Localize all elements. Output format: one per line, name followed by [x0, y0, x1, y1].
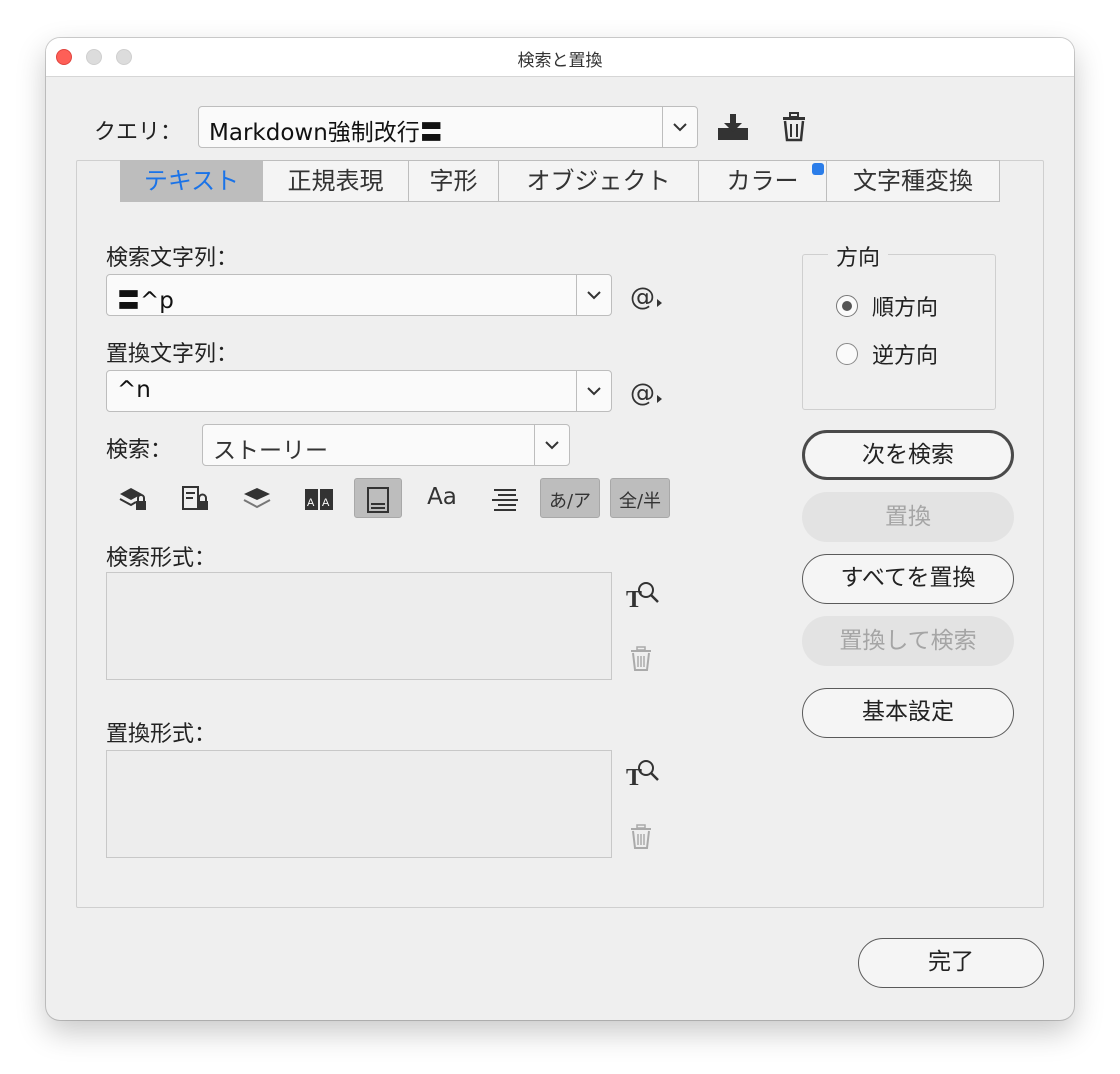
- whole-word-icon[interactable]: [480, 478, 528, 518]
- chevron-down-icon[interactable]: [534, 425, 569, 465]
- find-replace-dialog: 検索と置換 クエリ： Markdown強制改行〓 テキスト 正規表現 字形 オブ…: [46, 38, 1074, 1020]
- query-value: Markdown強制改行〓: [209, 120, 443, 146]
- direction-forward-label[interactable]: 順方向: [872, 290, 938, 322]
- title-bar: 検索と置換: [46, 38, 1074, 77]
- replace-all-button[interactable]: すべてを置換: [802, 554, 1014, 604]
- notification-badge: [812, 163, 824, 175]
- delete-query-icon[interactable]: [782, 112, 806, 142]
- change-format-label: 置換形式：: [106, 722, 217, 747]
- find-what-field[interactable]: 〓^p: [106, 274, 612, 316]
- change-to-label: 置換文字列：: [106, 342, 239, 367]
- find-next-button[interactable]: 次を検索: [802, 430, 1014, 480]
- find-format-box[interactable]: [106, 572, 612, 680]
- save-query-icon[interactable]: [716, 112, 750, 142]
- chevron-down-icon[interactable]: [576, 371, 611, 411]
- find-what-value: 〓^p: [117, 288, 174, 314]
- specify-change-format-icon[interactable]: T: [626, 758, 660, 791]
- include-locked-stories-icon[interactable]: [170, 478, 218, 518]
- tab-transliterate[interactable]: 文字種変換: [827, 161, 999, 201]
- replace-find-button[interactable]: 置換して検索: [802, 616, 1014, 666]
- basic-settings-button[interactable]: 基本設定: [802, 688, 1014, 738]
- include-locked-layers-icon[interactable]: [108, 478, 156, 518]
- include-master-pages-icon[interactable]: A A: [294, 478, 342, 518]
- special-characters-find-button[interactable]: @: [630, 282, 662, 311]
- query-label: クエリ：: [94, 120, 183, 145]
- replace-button[interactable]: 置換: [802, 492, 1014, 542]
- clear-change-format-icon: [630, 824, 652, 850]
- chevron-down-icon[interactable]: [576, 275, 611, 315]
- svg-text:A: A: [322, 497, 330, 509]
- specify-find-format-icon[interactable]: T: [626, 580, 660, 613]
- include-hidden-layers-icon[interactable]: [232, 478, 280, 518]
- direction-backward-radio[interactable]: [836, 343, 858, 365]
- tab-grep[interactable]: 正規表現: [263, 161, 409, 201]
- full-half-width-label: 全/半: [618, 491, 662, 512]
- tab-text[interactable]: テキスト: [121, 161, 263, 201]
- tab-glyph[interactable]: 字形: [409, 161, 499, 201]
- clear-find-format-icon: [630, 646, 652, 672]
- change-to-field[interactable]: ^n: [106, 370, 612, 412]
- direction-forward-radio[interactable]: [836, 295, 858, 317]
- kana-sensitive-icon[interactable]: あ/ア: [540, 478, 600, 518]
- query-select[interactable]: Markdown強制改行〓: [198, 106, 698, 148]
- change-to-value: ^n: [117, 377, 151, 403]
- change-format-box[interactable]: [106, 750, 612, 858]
- find-format-label: 検索形式：: [106, 546, 217, 571]
- tab-color[interactable]: カラー: [699, 161, 827, 201]
- include-footnotes-icon[interactable]: [354, 478, 402, 518]
- chevron-down-icon[interactable]: [662, 107, 697, 147]
- special-characters-replace-button[interactable]: @: [630, 378, 662, 407]
- direction-title: 方向: [828, 240, 889, 272]
- case-sensitive-label: Aa: [427, 484, 457, 510]
- search-scope-label: 検索：: [106, 438, 173, 463]
- done-button[interactable]: 完了: [858, 938, 1044, 988]
- kana-sensitive-label: あ/ア: [548, 491, 592, 512]
- case-sensitive-icon[interactable]: Aa: [418, 478, 466, 518]
- svg-text:A: A: [307, 497, 315, 509]
- window-title: 検索と置換: [517, 51, 603, 71]
- tab-color-label: カラー: [726, 167, 799, 195]
- tab-object[interactable]: オブジェクト: [499, 161, 699, 201]
- search-scope-value: ストーリー: [213, 438, 328, 464]
- full-half-width-sensitive-icon[interactable]: 全/半: [610, 478, 670, 518]
- find-what-label: 検索文字列：: [106, 246, 239, 271]
- search-scope-select[interactable]: ストーリー: [202, 424, 570, 466]
- tab-bar: テキスト 正規表現 字形 オブジェクト カラー 文字種変換: [120, 160, 1000, 202]
- direction-group: [802, 254, 996, 410]
- direction-backward-label[interactable]: 逆方向: [872, 338, 938, 370]
